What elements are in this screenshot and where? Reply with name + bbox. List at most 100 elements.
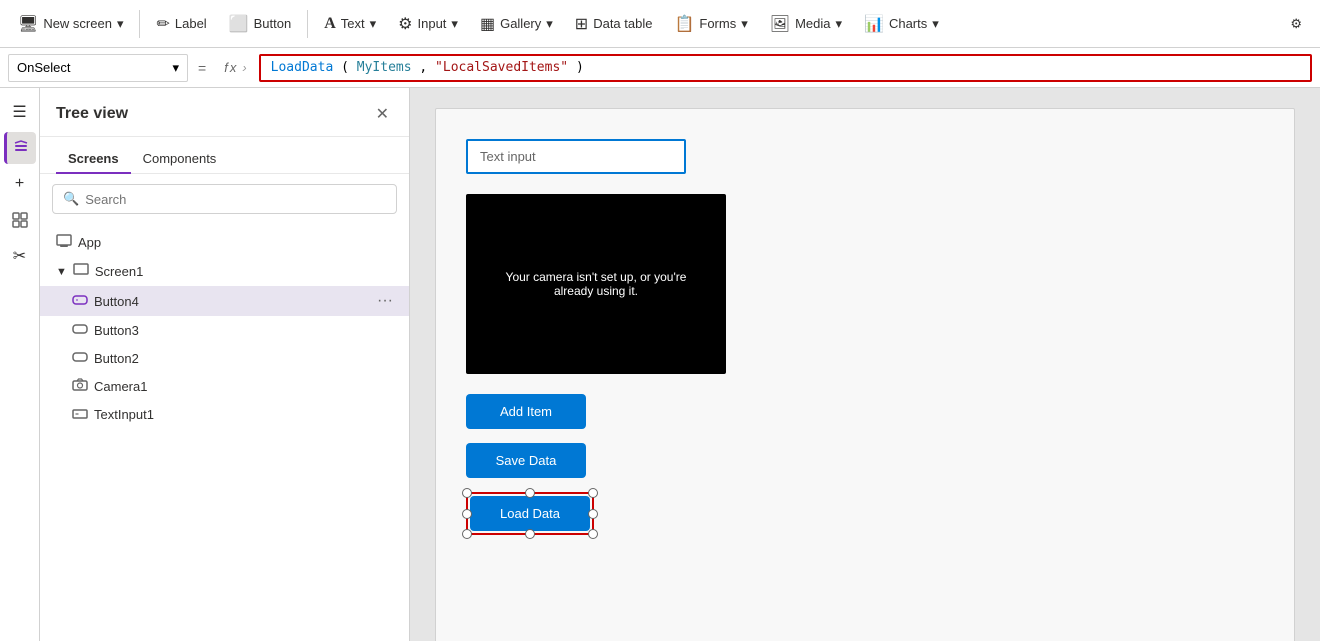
button2-svg-icon: [72, 351, 88, 363]
equals-sign: =: [192, 60, 212, 76]
forms-button[interactable]: 📋 Forms ▾: [664, 8, 757, 40]
formula-param2: "LocalSavedItems": [435, 60, 568, 75]
tree-items-list: App ▼ Screen1 B: [40, 224, 409, 641]
label-button[interactable]: ✏ Label: [146, 8, 216, 40]
tree-item-button4[interactable]: Button4 ···: [40, 286, 409, 316]
search-icon: 🔍: [63, 191, 79, 207]
formula-open-paren: (: [341, 60, 357, 75]
charts-label: Charts: [889, 16, 927, 31]
tree-item-app[interactable]: App: [40, 228, 409, 257]
media-icon: 🖼: [770, 14, 790, 34]
formula-comma: ,: [419, 60, 435, 75]
components-button[interactable]: [4, 204, 36, 236]
button-icon: ⬜: [229, 14, 249, 34]
tree-tabs: Screens Components: [40, 137, 409, 174]
canvas-area: Text input Your camera isn't set up, or …: [410, 88, 1320, 641]
app-svg-icon: [56, 234, 72, 248]
app-icon: [56, 234, 72, 251]
camera-widget: Your camera isn't set up, or you're alre…: [466, 194, 726, 374]
text-chevron: ▾: [370, 16, 377, 32]
handle-tl: [462, 488, 472, 498]
screen1-icon: [73, 263, 89, 280]
new-screen-button[interactable]: 🖥 New screen ▾: [8, 8, 133, 40]
text-button[interactable]: A Text ▾: [314, 9, 386, 39]
text-input-widget[interactable]: Text input: [466, 139, 686, 174]
handle-bl: [462, 529, 472, 539]
button3-svg-icon: [72, 323, 88, 335]
layers-button[interactable]: [4, 132, 36, 164]
charts-chevron: ▾: [932, 16, 939, 32]
property-value: OnSelect: [17, 60, 70, 75]
camera-svg-icon: [72, 378, 88, 391]
load-data-selected-wrapper: Load Data: [466, 492, 594, 535]
app-label: App: [78, 235, 393, 250]
tree-view-panel: Tree view ✕ Screens Components 🔍 App: [40, 88, 410, 641]
add-button[interactable]: +: [4, 168, 36, 200]
formula-input[interactable]: LoadData ( MyItems , "LocalSavedItems" ): [259, 54, 1312, 82]
load-data-label: Load Data: [500, 506, 560, 521]
gallery-chevron: ▾: [546, 16, 553, 32]
label-icon: ✏: [156, 14, 169, 34]
data-table-icon: ⊞: [575, 14, 588, 34]
camera1-label: Camera1: [94, 379, 393, 394]
formula-function: LoadData: [271, 60, 334, 75]
forms-icon: 📋: [674, 14, 694, 34]
screen-svg-icon: [73, 263, 89, 277]
divider-2: [307, 10, 308, 38]
tab-components[interactable]: Components: [131, 145, 229, 174]
charts-icon: 📊: [864, 14, 884, 34]
search-input[interactable]: [85, 192, 386, 207]
textinput-svg-icon: [72, 409, 88, 419]
add-item-button[interactable]: Add Item: [466, 394, 586, 429]
media-button[interactable]: 🖼 Media ▾: [760, 8, 852, 40]
data-table-button[interactable]: ⊞ Data table: [565, 8, 663, 40]
load-data-button[interactable]: Load Data: [470, 496, 590, 531]
tree-item-textinput1[interactable]: TextInput1: [40, 400, 409, 428]
settings-icon: ⚙: [1290, 16, 1302, 32]
gallery-icon: ▦: [480, 14, 495, 34]
input-button[interactable]: ⚙ Input ▾: [388, 8, 468, 40]
settings-button[interactable]: ⚙: [1280, 10, 1312, 38]
hamburger-button[interactable]: ☰: [4, 96, 36, 128]
add-item-label: Add Item: [500, 404, 552, 419]
tree-item-screen1[interactable]: ▼ Screen1: [40, 257, 409, 286]
new-screen-chevron: ▾: [117, 16, 124, 32]
button4-more[interactable]: ···: [377, 292, 393, 310]
fx-indicator: fx ›: [216, 60, 254, 75]
tree-view-header: Tree view ✕: [40, 88, 409, 137]
button3-icon: [72, 322, 88, 338]
tree-close-button[interactable]: ✕: [372, 100, 393, 128]
tree-view-title: Tree view: [56, 105, 128, 123]
camera-message: Your camera isn't set up, or you're alre…: [466, 270, 726, 298]
textinput1-label: TextInput1: [94, 407, 393, 422]
handle-tr: [588, 488, 598, 498]
formula-close-paren: ): [576, 60, 584, 75]
tree-search-box[interactable]: 🔍: [52, 184, 397, 214]
screen1-label: Screen1: [95, 264, 393, 279]
handle-ml: [462, 509, 472, 519]
button-svg-icon: [72, 294, 88, 306]
tools-button[interactable]: ✂: [4, 240, 36, 272]
tree-item-camera1[interactable]: Camera1: [40, 372, 409, 400]
charts-button[interactable]: 📊 Charts ▾: [854, 8, 949, 40]
main-toolbar: 🖥 New screen ▾ ✏ Label ⬜ Button A Text ▾…: [0, 0, 1320, 48]
formula-param1: MyItems: [357, 60, 412, 75]
property-selector[interactable]: OnSelect ▾: [8, 54, 188, 82]
tree-item-button3[interactable]: Button3: [40, 316, 409, 344]
toolbar-right-actions: ⚙: [1280, 10, 1312, 38]
formula-bar: OnSelect ▾ = fx › LoadData ( MyItems , "…: [0, 48, 1320, 88]
save-data-label: Save Data: [496, 453, 557, 468]
components-icon: [12, 212, 28, 228]
text-icon: A: [324, 15, 336, 33]
tree-item-button2[interactable]: Button2: [40, 344, 409, 372]
divider-1: [139, 10, 140, 38]
screen1-expand: ▼: [56, 266, 67, 278]
handle-tm: [525, 488, 535, 498]
forms-chevron: ▾: [741, 16, 748, 32]
handle-mr: [588, 509, 598, 519]
save-data-button[interactable]: Save Data: [466, 443, 586, 478]
gallery-button[interactable]: ▦ Gallery ▾: [470, 8, 563, 40]
tab-screens[interactable]: Screens: [56, 145, 131, 174]
button3-label: Button3: [94, 323, 393, 338]
button-button[interactable]: ⬜ Button: [219, 8, 302, 40]
